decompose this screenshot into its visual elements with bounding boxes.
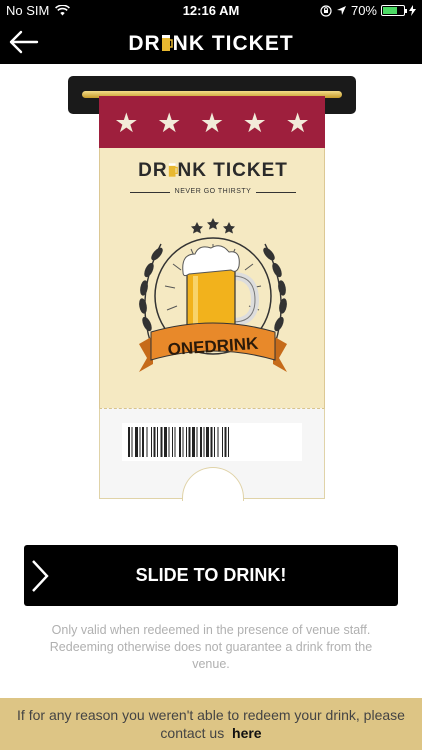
barcode-bar xyxy=(206,427,209,457)
barcode-bar xyxy=(153,427,156,457)
orientation-lock-icon xyxy=(320,4,332,17)
slide-to-drink-button[interactable]: SLIDE TO DRINK! xyxy=(24,545,398,606)
battery-percent: 70% xyxy=(350,3,377,18)
battery-icon xyxy=(381,5,407,16)
barcode xyxy=(122,423,302,461)
barcode-bar xyxy=(203,427,205,457)
barcode-bar xyxy=(182,427,184,457)
barcode-bar xyxy=(128,427,130,457)
barcode-bar xyxy=(222,427,223,457)
barcode-bar xyxy=(217,427,219,457)
barcode-bar xyxy=(135,427,138,457)
barcode-bar xyxy=(196,427,198,457)
status-bar: No SIM 12:16 AM 70% xyxy=(0,0,422,22)
one-drink-badge: ONEDRINK xyxy=(139,218,287,372)
barcode-bar xyxy=(179,427,181,457)
ticket-logo: DR NK TICKET xyxy=(100,160,326,182)
ticket-stub xyxy=(99,408,325,501)
barcode-bar xyxy=(174,427,176,457)
barcode-bar xyxy=(200,427,202,457)
disclaimer-text: Only valid when redeemed in the presence… xyxy=(49,623,373,671)
nav-bar: DR NK TICKET xyxy=(0,22,422,64)
barcode-bar xyxy=(192,427,195,457)
barcode-bar xyxy=(142,427,144,457)
barcode-bar xyxy=(151,427,152,457)
logo-text-nk: NK xyxy=(172,32,205,55)
star-row: ★ ★ ★ ★ ★ xyxy=(99,108,325,138)
barcode-bar xyxy=(210,427,213,457)
star-icon: ★ xyxy=(285,108,310,138)
barcode-bar xyxy=(224,427,227,457)
star-icon: ★ xyxy=(157,108,182,138)
barcode-bar xyxy=(146,427,148,457)
barcode-bar xyxy=(214,427,215,457)
logo-text-dr: DR xyxy=(128,32,161,55)
app-logo: DR NK TICKET xyxy=(0,32,422,56)
ticket-notch xyxy=(182,467,244,501)
barcode-bar xyxy=(188,427,191,457)
barcode-bar xyxy=(139,427,141,457)
footer-text: If for any reason you weren't able to re… xyxy=(17,707,405,741)
barcode-bar xyxy=(160,427,163,457)
beer-mug-logo-icon xyxy=(168,163,178,177)
ticket-logo-dr: DR xyxy=(138,160,168,181)
drink-ticket: ★ ★ ★ ★ ★ DR NK TICKET NEVER GO THIRSTY xyxy=(99,96,325,501)
star-icon: ★ xyxy=(242,108,267,138)
barcode-bar xyxy=(131,427,133,457)
contact-footer: If for any reason you weren't able to re… xyxy=(0,698,422,750)
barcode-bar xyxy=(186,427,187,457)
ticket-body: DR NK TICKET NEVER GO THIRSTY ONEDRINK xyxy=(99,148,325,408)
barcode-bar xyxy=(157,427,158,457)
star-icon: ★ xyxy=(114,108,139,138)
ticket-logo-ticket: TICKET xyxy=(213,160,288,181)
star-icon: ★ xyxy=(199,108,225,138)
barcode-bar xyxy=(168,427,170,457)
ticket-logo-nk: NK xyxy=(177,160,207,181)
barcode-bar xyxy=(172,427,173,457)
beer-mug-logo-icon xyxy=(161,35,173,51)
top-bar: No SIM 12:16 AM 70% DR NK TICKET xyxy=(0,0,422,64)
battery-level xyxy=(383,7,397,14)
logo-text-ticket: TICKET xyxy=(211,32,294,55)
tagline: NEVER GO THIRSTY xyxy=(130,188,296,195)
badge-stars-icon xyxy=(191,218,235,234)
contact-here-link[interactable]: here xyxy=(232,725,262,741)
barcode-bar xyxy=(228,427,229,457)
charging-bolt-icon xyxy=(409,5,416,16)
slide-label: SLIDE TO DRINK! xyxy=(135,565,287,585)
barcode-bar xyxy=(164,427,167,457)
location-arrow-icon xyxy=(336,6,346,15)
ticket-header: ★ ★ ★ ★ ★ xyxy=(99,96,325,148)
